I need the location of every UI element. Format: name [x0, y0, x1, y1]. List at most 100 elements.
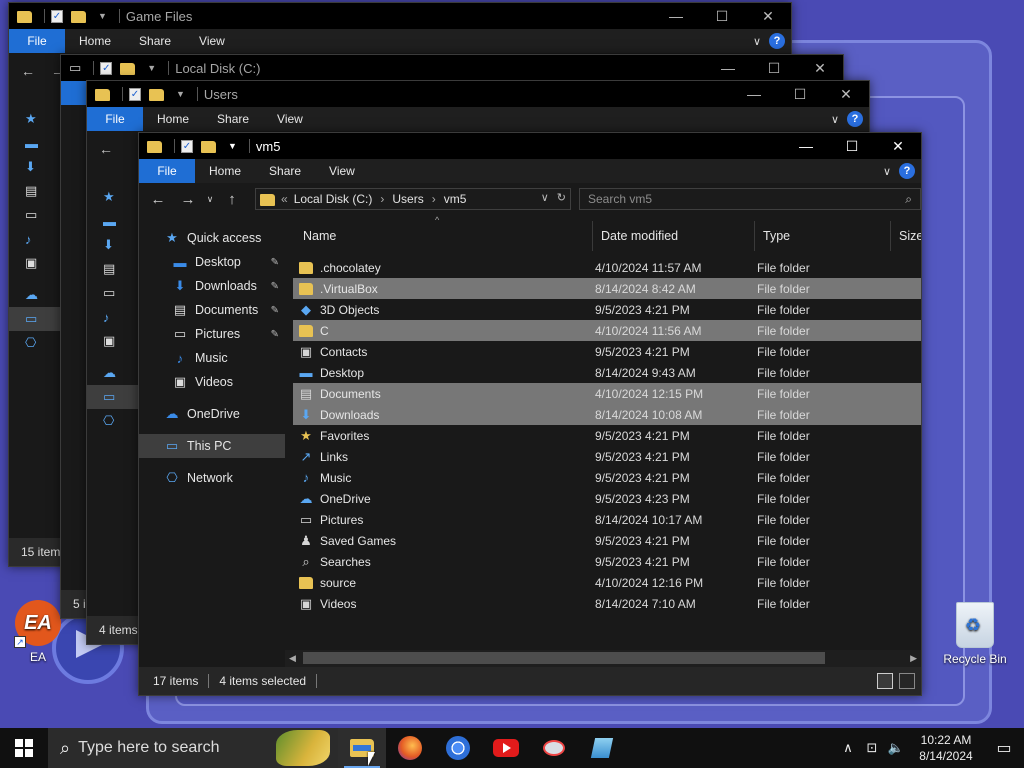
help-icon[interactable]: ?: [769, 33, 785, 49]
app-icon[interactable]: [530, 728, 578, 768]
tab-view[interactable]: View: [185, 29, 239, 53]
nav-documents[interactable]: ▤ Documents ✎: [139, 298, 285, 322]
breadcrumb-local-disk[interactable]: Local Disk (C:): [294, 192, 373, 206]
nav-desktop[interactable]: ▬ Desktop ✎: [139, 250, 285, 274]
tab-home[interactable]: Home: [195, 159, 255, 183]
youtube-icon[interactable]: [482, 728, 530, 768]
file-name-cell[interactable]: ↗ Links: [293, 450, 589, 464]
new-folder-icon[interactable]: [149, 89, 164, 101]
table-row[interactable]: ▣ Videos 8/14/2024 7:10 AM File folder: [293, 593, 921, 614]
table-row[interactable]: ⌕ Searches 9/5/2023 4:21 PM File folder: [293, 551, 921, 572]
new-folder-icon[interactable]: [71, 11, 86, 23]
file-name-cell[interactable]: ▤ Documents: [293, 387, 589, 401]
tab-home[interactable]: Home: [143, 107, 203, 131]
desktop-icon-recycle-bin[interactable]: ♻ Recycle Bin: [938, 602, 1012, 666]
table-row[interactable]: ♟ Saved Games 9/5/2023 4:21 PM File folder: [293, 530, 921, 551]
search-icon[interactable]: ⌕: [905, 192, 912, 207]
tab-file[interactable]: File: [139, 159, 195, 183]
minimize-button[interactable]: —: [653, 3, 699, 29]
large-icons-view-icon[interactable]: [899, 673, 915, 689]
pin-icon[interactable]: ✎: [271, 257, 279, 268]
breadcrumb-users[interactable]: Users: [392, 192, 423, 206]
file-name-cell[interactable]: source: [293, 576, 589, 590]
table-row[interactable]: ☁ OneDrive 9/5/2023 4:23 PM File folder: [293, 488, 921, 509]
back-arrow-icon[interactable]: ←: [21, 63, 35, 79]
table-row[interactable]: .chocolatey 4/10/2024 11:57 AM File folder: [293, 257, 921, 278]
clock[interactable]: 10:22 AM 8/14/2024: [916, 732, 976, 764]
scroll-right-icon[interactable]: ▶: [910, 653, 917, 664]
title-bar[interactable]: ▭ ✓ ▼ Local Disk (C:) — ☐ ✕: [61, 55, 843, 81]
up-arrow-icon[interactable]: ↑: [217, 191, 247, 208]
tab-view[interactable]: View: [263, 107, 317, 131]
breadcrumb-separator-icon[interactable]: ›: [432, 192, 436, 206]
taskbar-search[interactable]: ⌕ Type here to search: [48, 728, 338, 768]
table-row[interactable]: ▬ Desktop 8/14/2024 9:43 AM File folder: [293, 362, 921, 383]
recent-locations-icon[interactable]: ∨: [203, 194, 217, 205]
pin-icon[interactable]: ✎: [271, 305, 279, 316]
file-name-cell[interactable]: ⌕ Searches: [293, 555, 589, 569]
computer-icon[interactable]: ▭: [87, 385, 139, 409]
file-name-cell[interactable]: .chocolatey: [293, 261, 589, 275]
show-hidden-icons-icon[interactable]: ∧: [836, 740, 860, 756]
pin-icon[interactable]: ✎: [271, 281, 279, 292]
breadcrumb-vm5[interactable]: vm5: [444, 192, 467, 206]
expand-ribbon-icon[interactable]: ∨: [831, 113, 839, 126]
tab-home[interactable]: Home: [65, 29, 125, 53]
details-view-icon[interactable]: [877, 673, 893, 689]
notifications-icon[interactable]: ▭: [984, 738, 1024, 758]
table-row[interactable]: ♪ Music 9/5/2023 4:21 PM File folder: [293, 467, 921, 488]
minimize-button[interactable]: —: [731, 81, 777, 107]
quick-access-dropdown-icon[interactable]: ▼: [176, 89, 185, 99]
file-name-cell[interactable]: ☁ OneDrive: [293, 492, 589, 506]
tab-share[interactable]: Share: [203, 107, 263, 131]
refresh-icon[interactable]: ↻: [557, 191, 566, 204]
properties-icon[interactable]: ✓: [181, 139, 193, 153]
maximize-button[interactable]: ☐: [699, 3, 745, 29]
chrome-icon[interactable]: [434, 728, 482, 768]
table-row[interactable]: ▤ Documents 4/10/2024 12:15 PM File folder: [293, 383, 921, 404]
desktop-icon-ea[interactable]: EA EA: [10, 600, 66, 664]
volume-icon[interactable]: 🔈: [884, 740, 908, 756]
table-row[interactable]: .VirtualBox 8/14/2024 8:42 AM File folder: [293, 278, 921, 299]
firefox-icon[interactable]: [386, 728, 434, 768]
table-row[interactable]: ⬇ Downloads 8/14/2024 10:08 AM File folder: [293, 404, 921, 425]
breadcrumb-separator-icon[interactable]: ›: [380, 192, 384, 206]
nav-pictures[interactable]: ▭ Pictures ✎: [139, 322, 285, 346]
expand-ribbon-icon[interactable]: ∨: [883, 165, 891, 178]
expand-ribbon-icon[interactable]: ∨: [753, 35, 761, 48]
minimize-button[interactable]: —: [705, 55, 751, 81]
file-explorer-icon[interactable]: [338, 728, 386, 768]
new-folder-icon[interactable]: [201, 141, 216, 153]
close-button[interactable]: ✕: [875, 133, 921, 159]
close-button[interactable]: ✕: [745, 3, 791, 29]
search-box[interactable]: Search vm5 ⌕: [579, 188, 921, 210]
horizontal-scrollbar[interactable]: ◀ ▶: [285, 650, 921, 667]
file-name-cell[interactable]: ◆ 3D Objects: [293, 303, 589, 317]
table-row[interactable]: ▭ Pictures 8/14/2024 10:17 AM File folder: [293, 509, 921, 530]
file-name-cell[interactable]: C: [293, 324, 589, 338]
table-row[interactable]: ◆ 3D Objects 9/5/2023 4:21 PM File folder: [293, 299, 921, 320]
address-dropdown-icon[interactable]: ∨: [541, 191, 549, 204]
scrollbar-thumb[interactable]: [303, 652, 825, 664]
table-row[interactable]: ★ Favorites 9/5/2023 4:21 PM File folder: [293, 425, 921, 446]
file-name-cell[interactable]: ♪ Music: [293, 471, 589, 485]
file-name-cell[interactable]: ♟ Saved Games: [293, 534, 589, 548]
properties-icon[interactable]: ✓: [51, 9, 63, 23]
column-date-modified[interactable]: Date modified: [593, 221, 755, 251]
forward-arrow-icon[interactable]: →: [173, 191, 203, 208]
properties-icon[interactable]: ✓: [100, 61, 113, 75]
file-name-cell[interactable]: ⬇ Downloads: [293, 408, 589, 422]
network-status-icon[interactable]: ⊡: [860, 740, 884, 756]
back-arrow-icon[interactable]: ←: [99, 141, 113, 157]
nav-music[interactable]: ♪ Music: [139, 346, 285, 370]
help-icon[interactable]: ?: [899, 163, 915, 179]
file-name-cell[interactable]: ▬ Desktop: [293, 366, 589, 380]
file-name-cell[interactable]: ▣ Contacts: [293, 345, 589, 359]
quick-access-dropdown-icon[interactable]: ▼: [228, 141, 237, 151]
table-row[interactable]: ↗ Links 9/5/2023 4:21 PM File folder: [293, 446, 921, 467]
close-button[interactable]: ✕: [797, 55, 843, 81]
scroll-left-icon[interactable]: ◀: [289, 653, 296, 664]
title-bar[interactable]: ✓ ▼ Game Files — ☐ ✕: [9, 3, 791, 29]
pin-icon[interactable]: ✎: [271, 329, 279, 340]
search-input[interactable]: Search vm5: [588, 192, 652, 206]
